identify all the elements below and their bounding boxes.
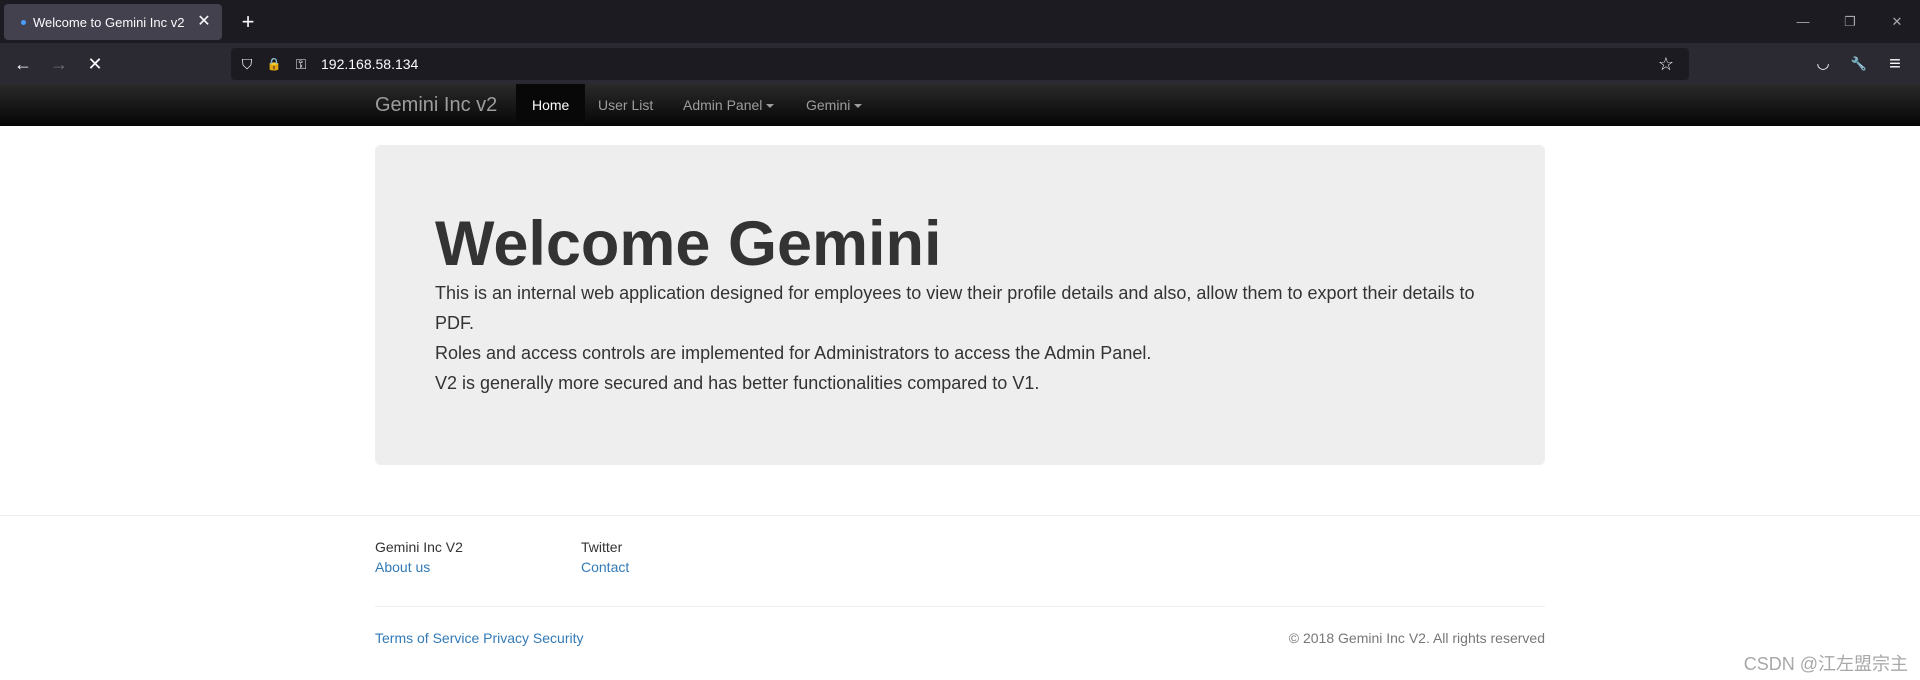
browser-tab[interactable]: Welcome to Gemini Inc v2 ✕ <box>4 4 222 40</box>
browser-titlebar: Welcome to Gemini Inc v2 ✕ + — ❐ ✕ <box>0 0 1920 43</box>
watermark: CSDN @江左盟宗主 <box>1743 654 1908 674</box>
browser-toolbar: ← → ✕ ⛉ 🔒 ⚿ 192.168.58.134 ☆ ◡ 🔧 ≡ <box>0 43 1920 84</box>
jumbotron: Welcome Gemini This is an internal web a… <box>375 145 1545 465</box>
footer-legal-links[interactable]: Terms of Service Privacy Security <box>375 630 584 646</box>
nav-gemini-label: Gemini <box>806 97 851 113</box>
shield-icon[interactable]: ⛉ <box>237 54 257 74</box>
footer-top-border <box>0 515 1920 516</box>
key-icon[interactable]: ⚿ <box>291 54 311 74</box>
tab-title: Welcome to Gemini Inc v2 <box>33 14 185 30</box>
roles-paragraph: Roles and access controls are implemente… <box>435 343 1152 363</box>
caret-down-icon <box>854 104 863 109</box>
tab-loading-dot <box>21 19 26 25</box>
footer-column-social: Twitter Contact <box>581 537 629 577</box>
bookmark-star-icon[interactable]: ☆ <box>1656 54 1676 74</box>
tab-close-icon[interactable]: ✕ <box>192 4 216 40</box>
restore-icon[interactable]: ❐ <box>1835 10 1865 34</box>
menu-icon[interactable]: ≡ <box>1882 52 1908 76</box>
footer-column-company: Gemini Inc V2 About us <box>375 537 463 577</box>
footer-heading: Twitter <box>581 539 623 555</box>
version-paragraph: V2 is generally more secured and has bet… <box>435 373 1040 393</box>
footer-heading: Gemini Inc V2 <box>375 539 463 555</box>
stop-icon[interactable]: ✕ <box>81 50 109 78</box>
nav-admin-panel-label: Admin Panel <box>683 97 763 113</box>
new-tab-button[interactable]: + <box>234 8 262 36</box>
jumbotron-text: This is an internal web application desi… <box>435 278 1495 398</box>
nav-home[interactable]: Home <box>516 84 586 126</box>
about-us-link[interactable]: About us <box>375 557 463 577</box>
intro-paragraph: This is an internal web application desi… <box>435 283 1475 333</box>
window-close-icon[interactable]: ✕ <box>1882 10 1912 34</box>
back-icon[interactable]: ← <box>9 50 37 78</box>
site-navbar: Gemini Inc v2 Home User List Admin Panel… <box>0 84 1920 126</box>
forward-icon[interactable]: → <box>45 50 73 78</box>
copyright-text: © 2018 Gemini Inc V2. All rights reserve… <box>1288 630 1545 646</box>
url-bar[interactable]: ⛉ 🔒 ⚿ 192.168.58.134 ☆ <box>231 48 1689 80</box>
pocket-icon[interactable]: ◡ <box>1810 52 1836 76</box>
site-brand[interactable]: Gemini Inc v2 <box>375 94 497 117</box>
nav-admin-panel[interactable]: Admin Panel <box>683 84 775 126</box>
lock-icon[interactable]: 🔒 <box>264 54 284 74</box>
nav-gemini[interactable]: Gemini <box>806 84 863 126</box>
url-text[interactable]: 192.168.58.134 <box>321 56 418 72</box>
minimize-icon[interactable]: — <box>1788 10 1818 34</box>
contact-link[interactable]: Contact <box>581 557 629 577</box>
wrench-icon[interactable]: 🔧 <box>1846 52 1872 76</box>
footer-divider <box>375 606 1545 607</box>
nav-user-list[interactable]: User List <box>598 84 653 126</box>
page-title: Welcome Gemini <box>435 209 942 279</box>
caret-down-icon <box>766 104 775 109</box>
